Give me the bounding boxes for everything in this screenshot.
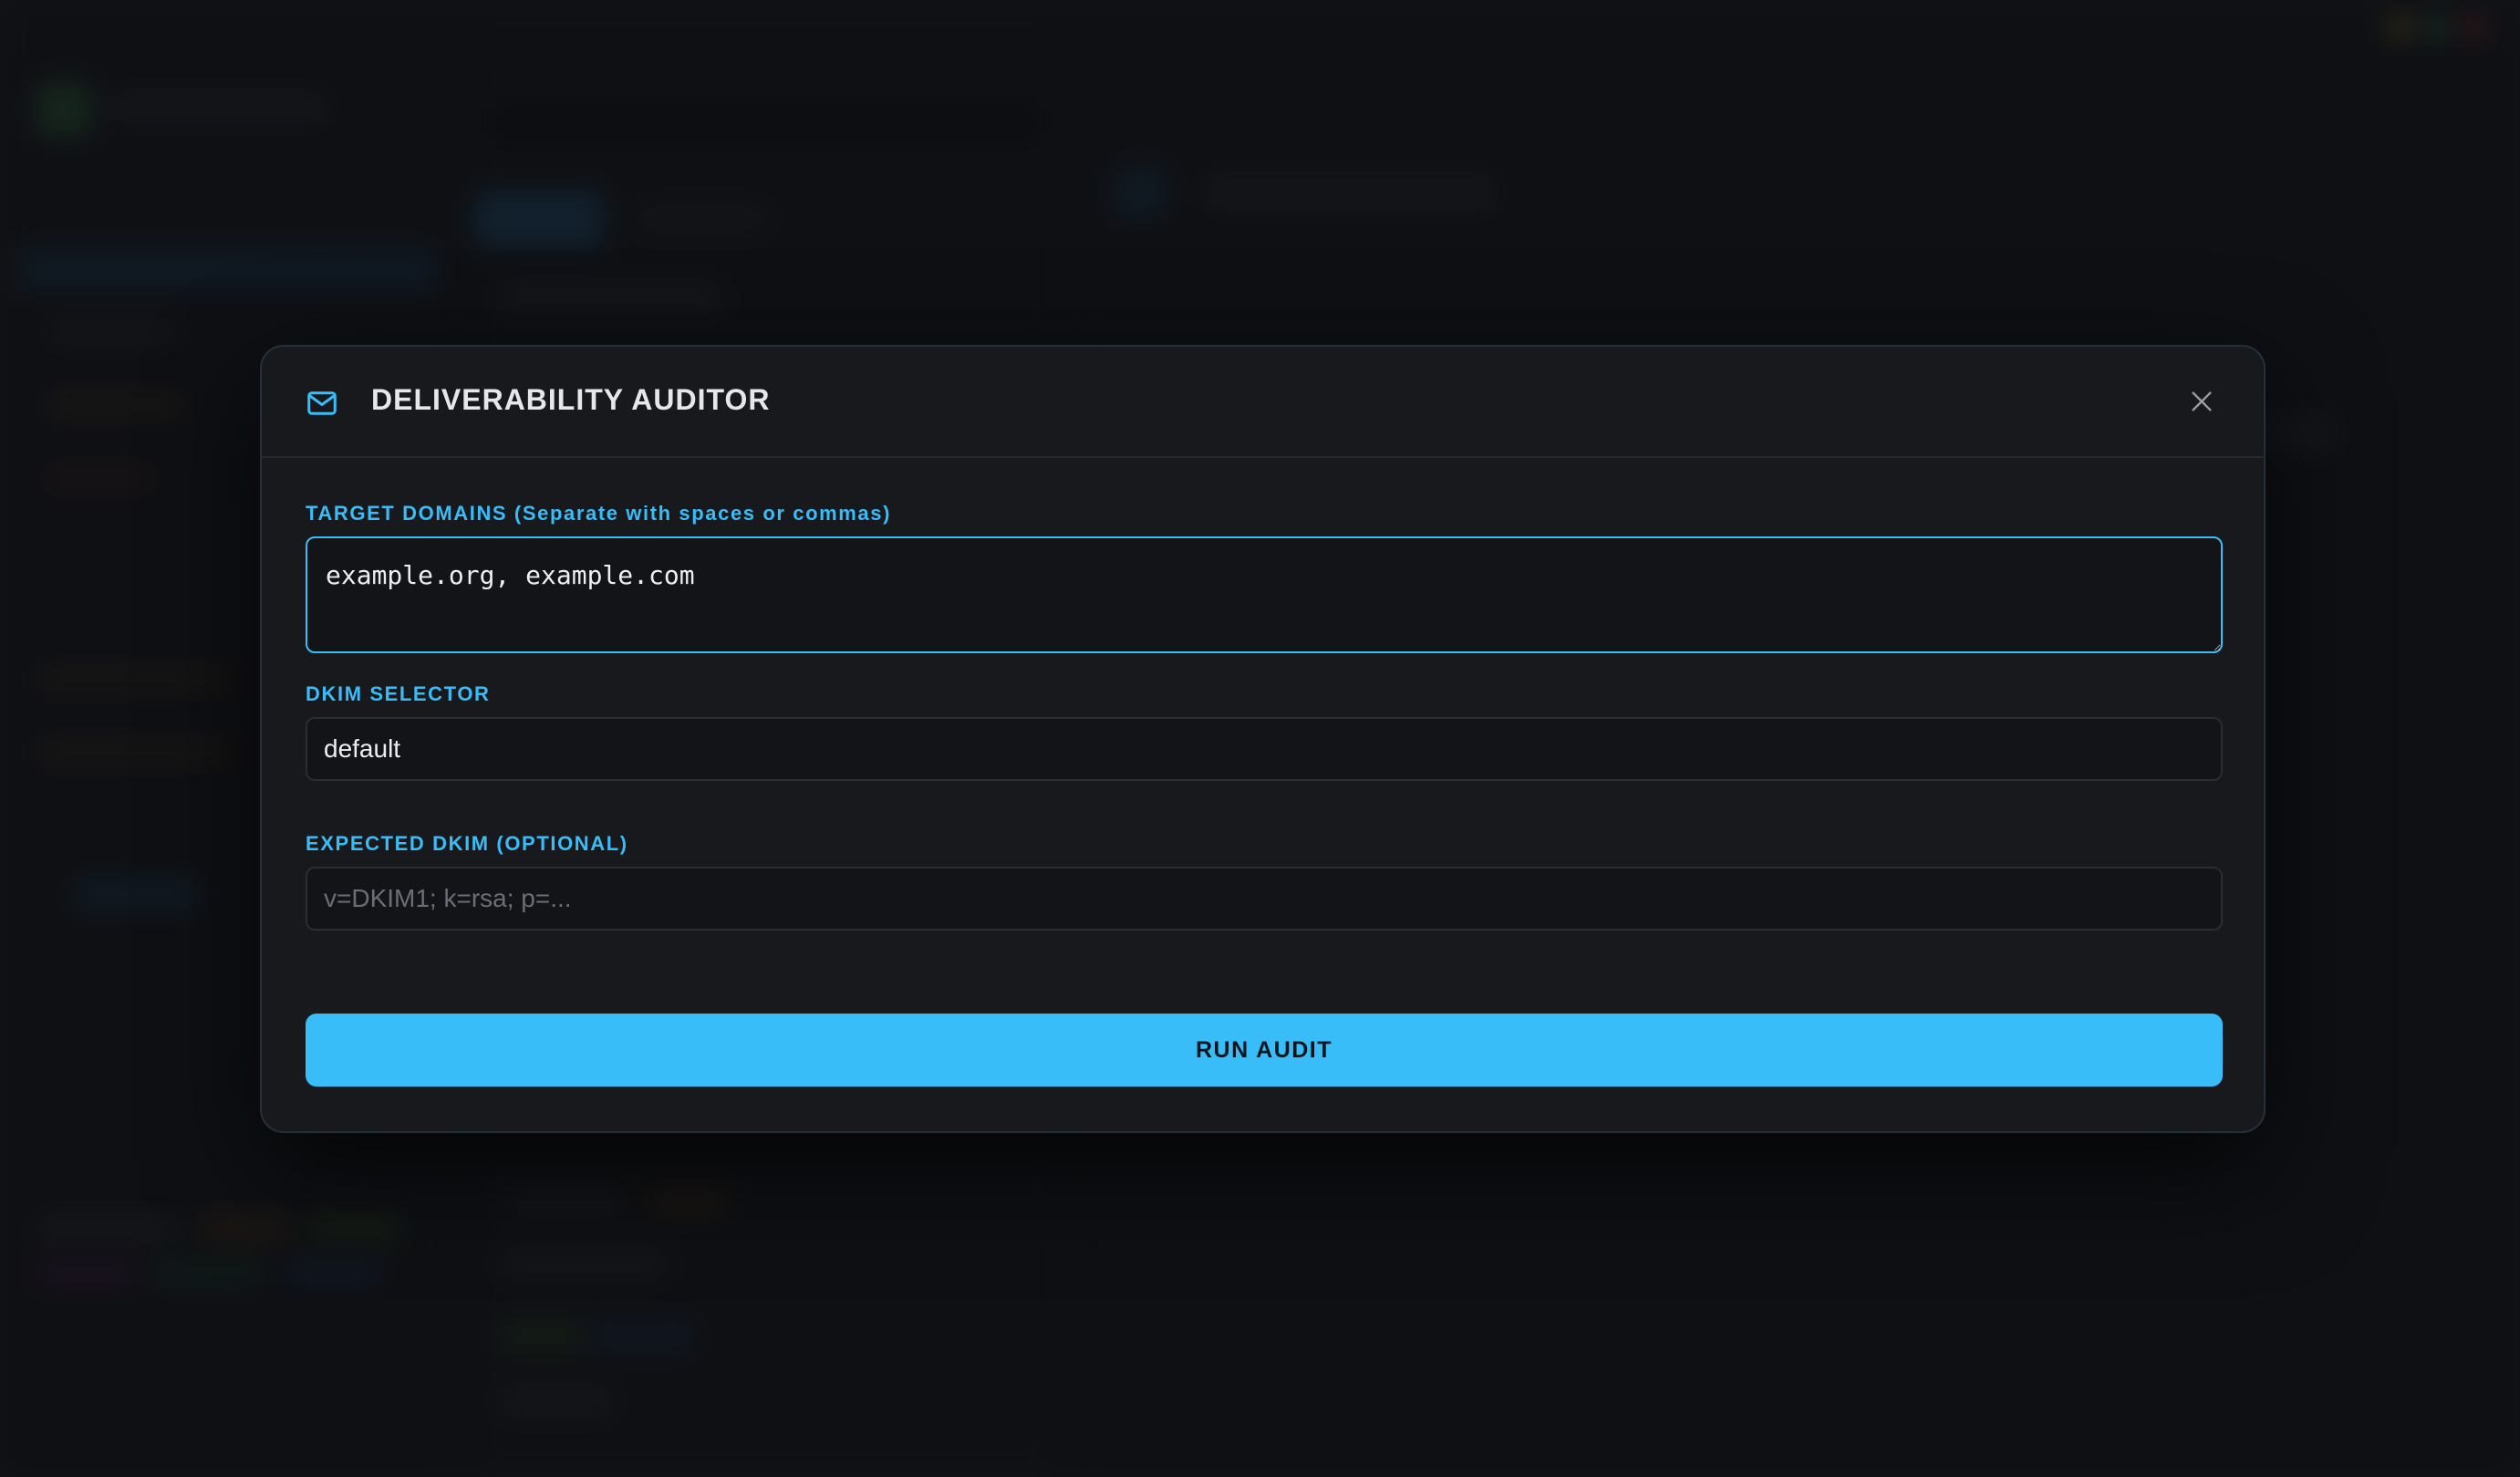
dialog-header: DELIVERABILITY AUDITOR	[262, 347, 2264, 458]
expected-dkim-input[interactable]	[306, 867, 2223, 931]
expected-dkim-label: EXPECTED DKIM (OPTIONAL)	[306, 832, 628, 855]
mail-icon	[306, 387, 338, 420]
dkim-selector-label: DKIM SELECTOR	[306, 682, 491, 705]
deliverability-auditor-dialog: DELIVERABILITY AUDITOR TARGET DOMAINS (S…	[260, 345, 2266, 1133]
close-button[interactable]	[2183, 383, 2220, 420]
target-domains-input[interactable]: example.org, example.com	[306, 536, 2223, 653]
dkim-selector-input[interactable]	[306, 717, 2223, 781]
dialog-title: DELIVERABILITY AUDITOR	[371, 383, 771, 416]
target-domains-label: TARGET DOMAINS (Separate with spaces or …	[306, 502, 892, 525]
run-audit-button[interactable]: RUN AUDIT	[306, 1014, 2223, 1087]
close-icon	[2187, 387, 2216, 416]
